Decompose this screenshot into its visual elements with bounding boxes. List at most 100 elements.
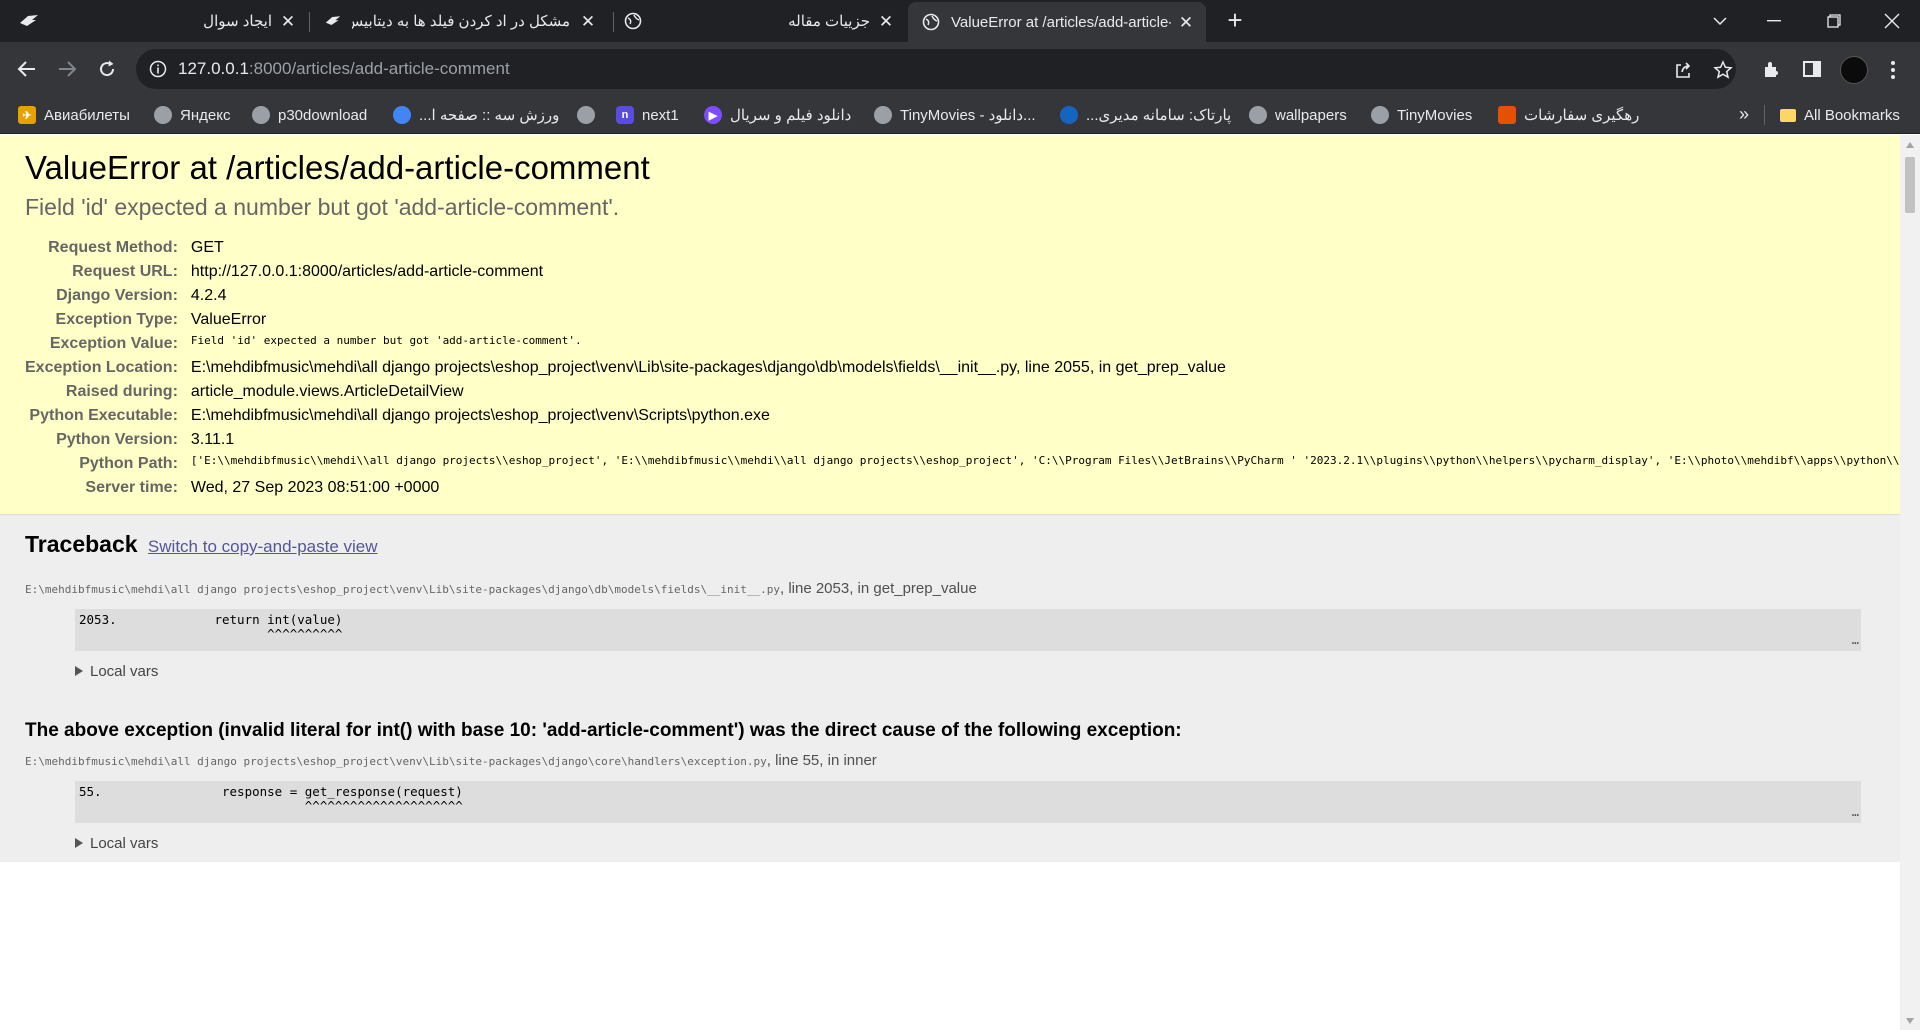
all-bookmarks-button[interactable]: All Bookmarks — [1780, 96, 1900, 134]
close-icon[interactable]: ✕ — [578, 11, 598, 31]
meta-value: Wed, 27 Sep 2023 08:51:00 +0000 — [190, 479, 440, 496]
close-icon[interactable]: ✕ — [278, 11, 298, 31]
bookmark-label: wallpapers — [1275, 106, 1347, 124]
bookmark-item[interactable]: ▶ دانلود فیلم و سریال — [704, 96, 851, 134]
bookmark-item[interactable]: ✈ Авиабилеты — [18, 96, 130, 134]
meta-value: article_module.views.ArticleDetailView — [190, 383, 464, 400]
meta-value: 3.11.1 — [190, 431, 235, 448]
arrow-right-icon — [59, 61, 77, 77]
bookmark-label: ورزش سه :: صفحه ا... — [419, 107, 560, 124]
tab-value-error[interactable]: ValueError at /articles/add-article-comm… — [908, 2, 1206, 42]
tab-title: مشکل در اد کردن فیلد ها به دیتابیس — [352, 13, 570, 30]
bookmark-item[interactable]: wallpapers — [1249, 96, 1347, 134]
meta-row: Exception Type: ValueError — [25, 308, 1900, 332]
code-line: 2053. return int(value) ^^^^^^^^^^ — [79, 612, 343, 641]
copy-paste-view-link[interactable]: Switch to copy-and-paste view — [148, 537, 378, 556]
tab-ask-question[interactable]: ایجاد سوال ✕ — [180, 0, 304, 42]
bookmarks-bar: ✈ Авиабилеты Яндекс p30download ورزش سه … — [0, 96, 1920, 134]
local-vars-toggle[interactable]: Local vars — [75, 663, 1875, 680]
tab-separator — [613, 12, 614, 32]
meta-key: Python Version: — [56, 431, 178, 448]
bookmark-item[interactable]: پارتاک: سامانه مدیری... — [1060, 96, 1231, 134]
meta-row: Exception Location: E:\mehdibfmusic\mehdi… — [25, 356, 1900, 380]
globe-icon — [577, 106, 595, 124]
film-reel-icon — [874, 106, 892, 124]
extensions-icon[interactable] — [1760, 57, 1784, 81]
bookmark-label: پارتاک: سامانه مدیری... — [1086, 107, 1232, 124]
bookmark-item[interactable] — [577, 96, 595, 134]
close-icon[interactable]: ✕ — [1176, 12, 1196, 32]
more-menu-icon[interactable] — [1886, 56, 1900, 84]
meta-row: Python Executable: E:\mehdibfmusic\mehdi\… — [25, 404, 1900, 428]
close-window-button[interactable] — [1864, 0, 1920, 42]
side-panel-icon[interactable] — [1800, 57, 1824, 81]
meta-key: Django Version: — [56, 287, 178, 304]
share-icon[interactable] — [1672, 59, 1694, 81]
exception-message: Field 'id' expected a number but got 'ad… — [25, 194, 620, 220]
meta-key: Exception Value: — [49, 335, 178, 352]
meta-row: Exception Value: Field 'id' expected a nu… — [25, 332, 1900, 356]
tab-field-issue[interactable]: مشکل در اد کردن فیلد ها به دیتابیس ✕ — [318, 0, 608, 42]
bookmarks-overflow-button[interactable]: » — [1739, 104, 1749, 125]
address-bar[interactable]: 127.0.0.1:8000/articles/add-article-comm… — [136, 49, 1736, 89]
code-context[interactable]: 55. response = get_response(request) ^^^… — [75, 781, 1861, 823]
bookmark-item[interactable]: Яндекс — [154, 96, 230, 134]
site-bird-icon — [20, 15, 38, 26]
scrollbar-thumb[interactable] — [1905, 157, 1915, 213]
meta-value: GET — [190, 239, 224, 256]
bookmark-item[interactable]: ورزش سه :: صفحه ا... — [393, 96, 559, 134]
restore-icon — [1827, 14, 1841, 28]
url-host: 127.0.0.1 — [178, 59, 249, 78]
meta-key: Server time: — [85, 479, 178, 496]
meta-value: 4.2.4 — [190, 287, 227, 304]
request-meta-table: Request Method: GET Request URL: http://12… — [25, 236, 1900, 500]
page-scrollbar[interactable] — [1900, 135, 1920, 1030]
meta-value: ValueError — [190, 311, 267, 328]
bookmark-item[interactable]: TinyMovies - دانلود... — [874, 96, 1036, 134]
frame-where: , line 55, in inner — [766, 752, 877, 769]
tab-title: ایجاد سوال — [203, 13, 272, 30]
local-vars-toggle[interactable]: Local vars — [75, 835, 1875, 852]
frame-where: , line 2053, in get_prep_value — [779, 580, 977, 597]
back-button[interactable] — [13, 55, 41, 83]
close-icon[interactable]: ✕ — [876, 11, 896, 31]
avatar[interactable] — [1840, 56, 1868, 84]
bookmark-label: next1 — [642, 106, 679, 124]
meta-row: Python Path: ['E:\\mehdibfmusic\\mehdi\\a… — [25, 452, 1900, 476]
forward-button[interactable] — [53, 55, 81, 83]
meta-row: Server time: Wed, 27 Sep 2023 08:51:00 +0… — [25, 476, 1900, 500]
tab-search-button[interactable] — [18, 11, 40, 31]
restore-button[interactable] — [1806, 0, 1862, 42]
frame-filename: E:\mehdibfmusic\mehdi\all django project… — [25, 755, 767, 768]
code-context[interactable]: 2053. return int(value) ^^^^^^^^^^ … — [75, 609, 1861, 651]
minimize-button[interactable] — [1746, 0, 1802, 42]
aviasales-icon: ✈ — [18, 106, 36, 124]
star-icon[interactable] — [1712, 59, 1734, 81]
new-tab-button[interactable]: + — [1222, 7, 1248, 34]
bookmark-item[interactable]: p30download — [252, 96, 367, 134]
expand-context-button[interactable]: … — [1852, 633, 1859, 647]
address-text[interactable]: 127.0.0.1:8000/articles/add-article-comm… — [178, 59, 510, 79]
bookmark-item[interactable]: رهگیری سفارشات — [1498, 96, 1639, 134]
expand-context-button[interactable]: … — [1852, 805, 1859, 819]
bookmark-label: رهگیری سفارشات — [1524, 107, 1640, 124]
site-bird-icon — [324, 12, 342, 30]
scroll-down-arrow-icon[interactable] — [1906, 1018, 1914, 1024]
meta-row: Raised during: article_module.views.Artic… — [25, 380, 1900, 404]
meta-row: Python Version: 3.11.1 — [25, 428, 1900, 452]
bookmark-item[interactable]: TinyMovies — [1371, 96, 1472, 134]
next1-icon: n — [616, 106, 634, 124]
globe-icon — [252, 106, 270, 124]
page-content: ValueError at /articles/add-article-comm… — [0, 135, 1900, 1030]
tab-article-details[interactable]: جزییات مقاله ✕ — [620, 0, 904, 42]
site-info-icon[interactable] — [148, 59, 168, 79]
reload-button[interactable] — [93, 55, 121, 83]
close-icon — [1884, 13, 1900, 29]
caret-right-icon — [75, 666, 83, 676]
meta-key: Exception Location: — [25, 359, 178, 376]
bookmark-item[interactable]: n next1 — [616, 96, 679, 134]
tab-list-button[interactable] — [1692, 0, 1748, 42]
scroll-up-arrow-icon[interactable] — [1906, 142, 1914, 148]
traceback-section: Traceback Switch to copy-and-paste view … — [0, 515, 1900, 862]
meta-row: Request Method: GET — [25, 236, 1900, 260]
